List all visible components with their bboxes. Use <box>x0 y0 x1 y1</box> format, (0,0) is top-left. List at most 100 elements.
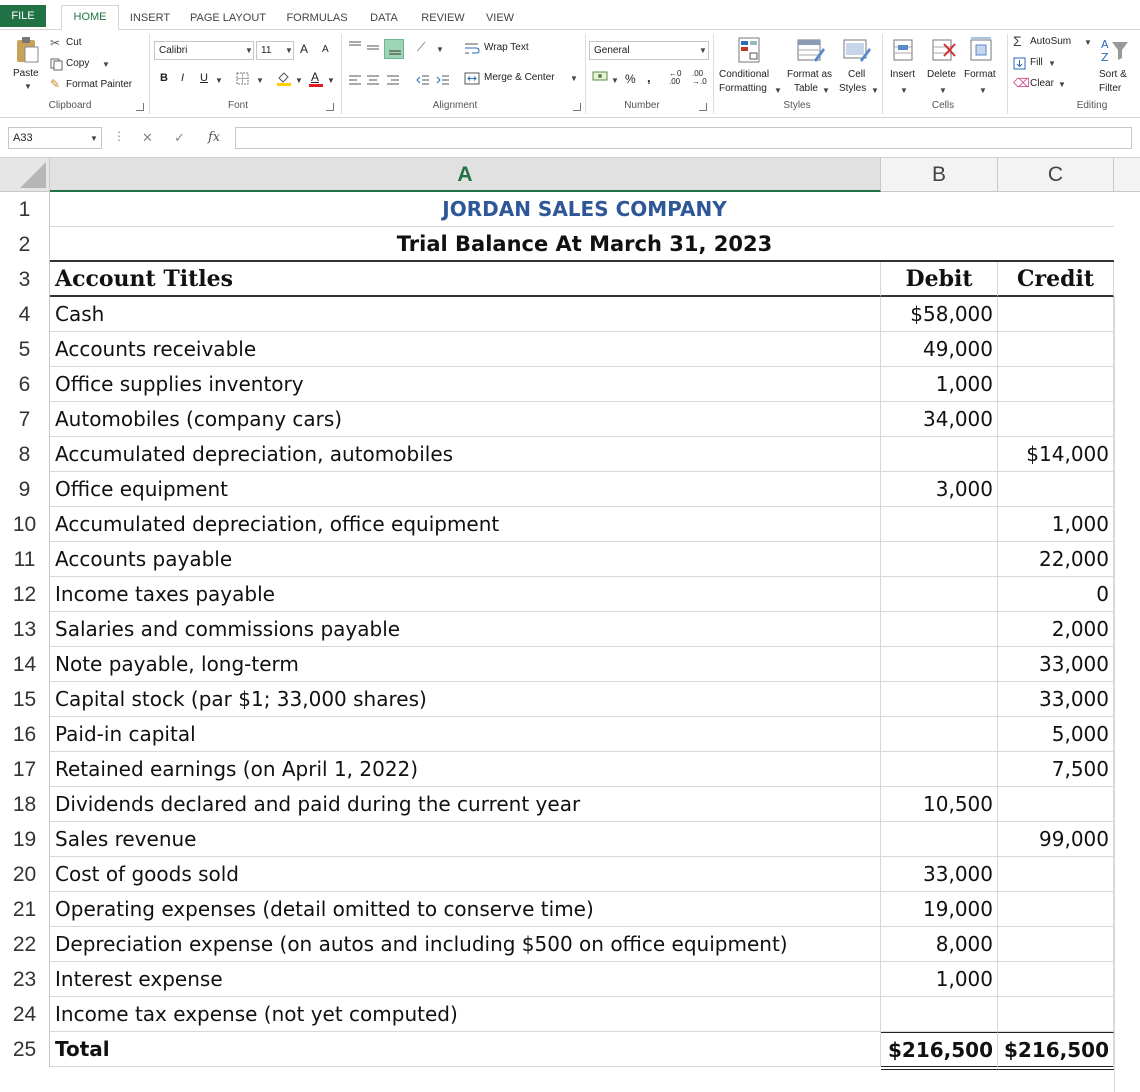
total-credit-cell[interactable]: $216,500 <box>998 1032 1114 1070</box>
credit-cell[interactable] <box>998 927 1114 962</box>
sort-filter-button[interactable]: AZ Sort & Filter <box>1096 34 1140 96</box>
debit-cell[interactable]: 49,000 <box>881 332 998 367</box>
paste-button[interactable]: Paste ▼ <box>8 34 46 92</box>
debit-cell[interactable]: 1,000 <box>881 367 998 402</box>
account-title-cell[interactable]: Office equipment <box>50 472 881 507</box>
row-header[interactable]: 24 <box>0 997 50 1032</box>
credit-cell[interactable] <box>998 892 1114 927</box>
credit-header[interactable]: Credit <box>998 262 1114 297</box>
account-title-cell[interactable]: Retained earnings (on April 1, 2022) <box>50 752 881 787</box>
debit-cell[interactable] <box>881 682 998 717</box>
account-title-cell[interactable]: Sales revenue <box>50 822 881 857</box>
copy-button[interactable]: Copy ▼ <box>50 57 110 73</box>
cell-styles-button[interactable]: Cell Styles ▼ <box>838 34 879 96</box>
format-as-table-button[interactable]: Format as Table ▼ <box>786 34 836 96</box>
cancel-icon[interactable]: ✕ <box>142 130 153 146</box>
account-title-cell[interactable]: Depreciation expense (on autos and inclu… <box>50 927 881 962</box>
company-title[interactable]: JORDAN SALES COMPANY <box>50 192 1114 227</box>
autosum-button[interactable]: Σ AutoSum ▼ <box>1013 33 1093 51</box>
insert-cells-button[interactable]: Insert ▼ <box>886 34 922 96</box>
credit-cell[interactable]: 5,000 <box>998 717 1114 752</box>
row-header[interactable]: 4 <box>0 297 50 332</box>
debit-cell[interactable] <box>881 437 998 472</box>
tab-review[interactable]: REVIEW <box>417 7 469 29</box>
debit-cell[interactable] <box>881 647 998 682</box>
credit-cell[interactable]: 33,000 <box>998 647 1114 682</box>
row-header[interactable]: 20 <box>0 857 50 892</box>
debit-cell[interactable] <box>881 752 998 787</box>
row-header[interactable]: 12 <box>0 577 50 612</box>
row-header[interactable]: 7 <box>0 402 50 437</box>
debit-cell[interactable] <box>881 507 998 542</box>
credit-cell[interactable] <box>998 472 1114 507</box>
merge-center-button[interactable]: Merge & Center ▼ <box>464 71 580 87</box>
tab-insert[interactable]: INSERT <box>128 7 172 29</box>
account-title-cell[interactable]: Interest expense <box>50 962 881 997</box>
grow-font-button[interactable]: A <box>300 42 308 56</box>
column-header-c[interactable]: C <box>998 158 1114 192</box>
debit-cell[interactable] <box>881 822 998 857</box>
statement-subtitle[interactable]: Trial Balance At March 31, 2023 <box>50 227 1114 262</box>
wrap-text-button[interactable]: Wrap Text <box>464 41 544 57</box>
decrease-indent-icon[interactable] <box>416 74 430 86</box>
row-header[interactable]: 19 <box>0 822 50 857</box>
row-header[interactable]: 10 <box>0 507 50 542</box>
debit-cell[interactable] <box>881 577 998 612</box>
cut-button[interactable]: ✂ Cut <box>50 36 100 52</box>
credit-cell[interactable] <box>998 997 1114 1032</box>
bold-button[interactable]: B <box>160 72 168 84</box>
account-title-cell[interactable]: Accumulated depreciation, automobiles <box>50 437 881 472</box>
underline-button[interactable]: U <box>200 72 208 84</box>
comma-style-button[interactable]: , <box>647 70 651 85</box>
row-header[interactable]: 14 <box>0 647 50 682</box>
row-header[interactable]: 8 <box>0 437 50 472</box>
credit-cell[interactable] <box>998 787 1114 822</box>
accounting-format-icon[interactable] <box>592 70 608 84</box>
borders-icon[interactable] <box>236 72 249 85</box>
debit-cell[interactable]: 34,000 <box>881 402 998 437</box>
credit-cell[interactable] <box>998 332 1114 367</box>
credit-cell[interactable] <box>998 962 1114 997</box>
dialog-launcher-icon[interactable] <box>326 103 334 111</box>
credit-cell[interactable] <box>998 857 1114 892</box>
conditional-formatting-button[interactable]: Conditional Formatting ▼ <box>717 34 783 96</box>
middle-align-icon[interactable] <box>366 42 380 54</box>
formula-input[interactable] <box>235 127 1132 149</box>
row-header[interactable]: 11 <box>0 542 50 577</box>
row-header[interactable]: 3 <box>0 262 50 297</box>
bottom-align-button[interactable] <box>384 39 404 59</box>
enter-icon[interactable]: ✓ <box>174 130 185 146</box>
account-title-cell[interactable]: Cost of goods sold <box>50 857 881 892</box>
credit-cell[interactable] <box>998 367 1114 402</box>
delete-cells-button[interactable]: Delete ▼ <box>925 34 961 96</box>
tab-view[interactable]: VIEW <box>482 7 518 29</box>
credit-cell[interactable]: 99,000 <box>998 822 1114 857</box>
account-title-cell[interactable]: Income taxes payable <box>50 577 881 612</box>
credit-cell[interactable]: 2,000 <box>998 612 1114 647</box>
row-header[interactable]: 13 <box>0 612 50 647</box>
credit-cell[interactable]: $14,000 <box>998 437 1114 472</box>
account-title-cell[interactable]: Salaries and commissions payable <box>50 612 881 647</box>
account-title-cell[interactable]: Accumulated depreciation, office equipme… <box>50 507 881 542</box>
row-header[interactable]: 17 <box>0 752 50 787</box>
select-all-button[interactable] <box>0 158 50 192</box>
row-header[interactable]: 6 <box>0 367 50 402</box>
align-center-icon[interactable] <box>366 74 380 86</box>
account-title-cell[interactable]: Accounts payable <box>50 542 881 577</box>
percent-style-button[interactable]: % <box>625 72 636 86</box>
credit-cell[interactable]: 33,000 <box>998 682 1114 717</box>
align-right-icon[interactable] <box>386 74 400 86</box>
tab-home[interactable]: HOME <box>61 5 119 30</box>
debit-cell[interactable]: 8,000 <box>881 927 998 962</box>
account-title-cell[interactable]: Note payable, long-term <box>50 647 881 682</box>
total-debit-cell[interactable]: $216,500 <box>881 1032 998 1070</box>
number-format-select[interactable]: General <box>589 41 709 60</box>
fill-color-icon[interactable] <box>276 70 292 86</box>
dialog-launcher-icon[interactable] <box>699 103 707 111</box>
account-title-cell[interactable]: Cash <box>50 297 881 332</box>
debit-cell[interactable] <box>881 612 998 647</box>
credit-cell[interactable]: 22,000 <box>998 542 1114 577</box>
orientation-icon[interactable]: ⟋ <box>417 40 425 55</box>
debit-cell[interactable] <box>881 717 998 752</box>
row-header[interactable]: 1 <box>0 192 50 227</box>
